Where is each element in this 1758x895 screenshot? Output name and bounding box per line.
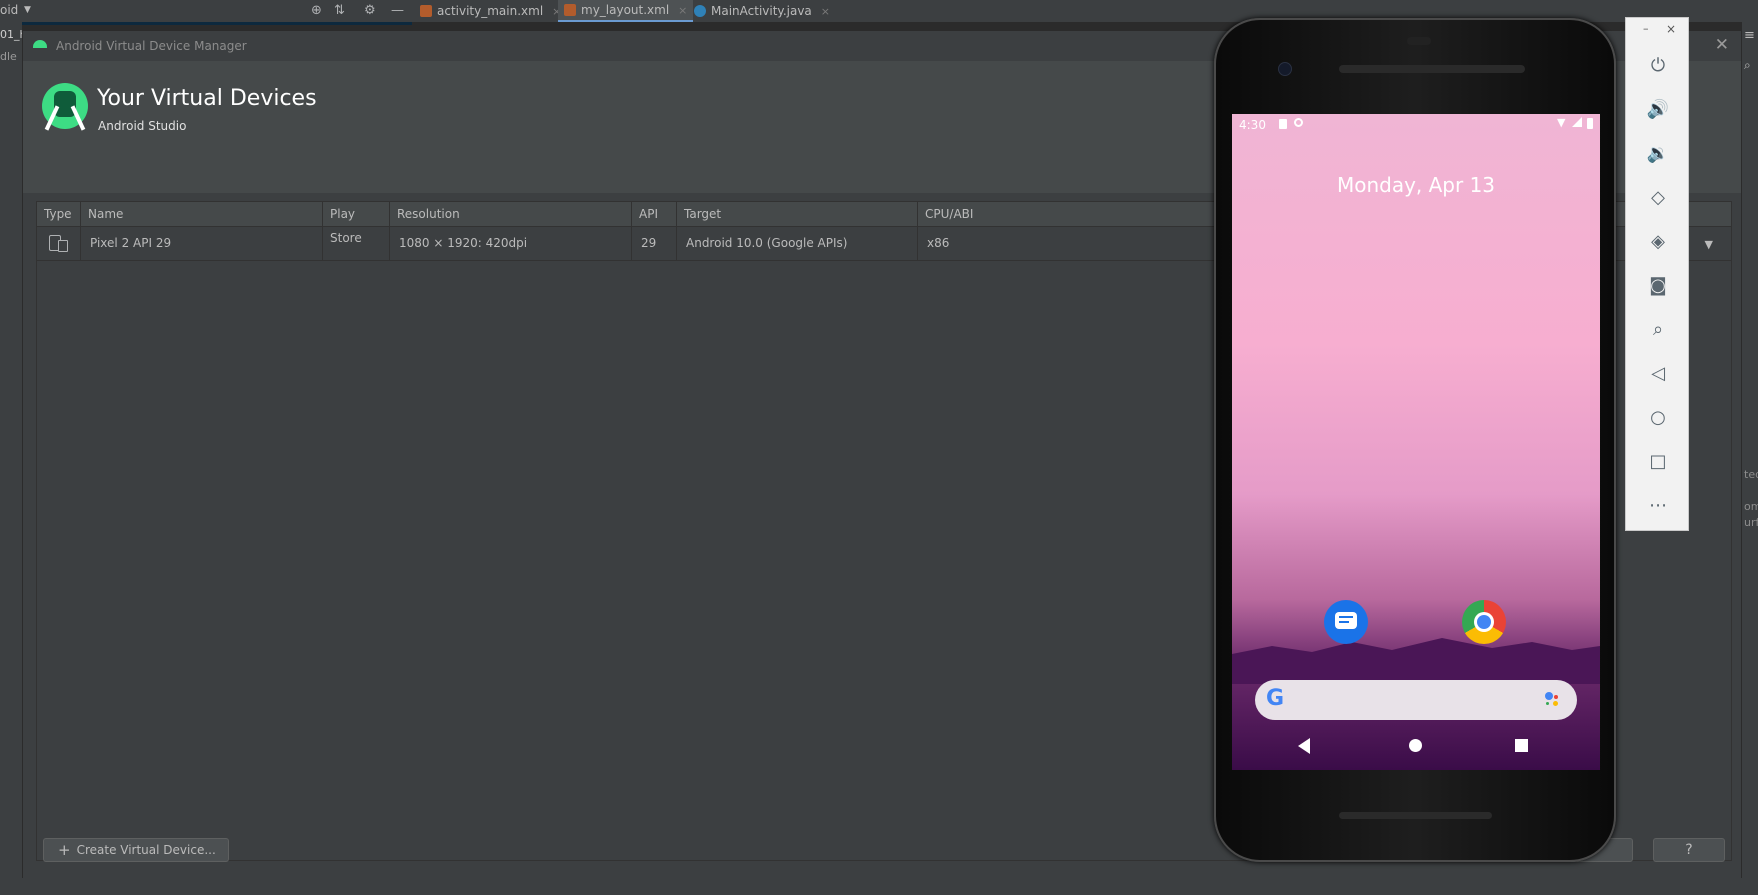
cell-name: Pixel 2 API 29 bbox=[81, 227, 323, 260]
right-tool-strip: ≡ ⌕ ted om urf bbox=[1742, 22, 1758, 895]
rotate-right-icon[interactable]: ◈ bbox=[1644, 228, 1672, 256]
volume-up-icon[interactable]: 🔊 bbox=[1644, 96, 1672, 124]
wifi-icon: ▼ bbox=[1557, 116, 1566, 129]
bottom-speaker bbox=[1339, 812, 1492, 819]
minimize-icon[interactable]: — bbox=[391, 3, 404, 18]
column-header-api[interactable]: API bbox=[632, 202, 677, 226]
column-header-resolution[interactable]: Resolution bbox=[390, 202, 632, 226]
front-camera bbox=[1278, 62, 1292, 76]
camera-icon[interactable]: ◙ bbox=[1644, 272, 1672, 300]
gear-icon[interactable]: ⚙ bbox=[364, 3, 376, 18]
ide-bottom-strip bbox=[0, 878, 1758, 895]
sd-card-icon bbox=[1279, 119, 1287, 129]
cell-play-store bbox=[323, 227, 390, 260]
tree-item-fragment[interactable]: dle bbox=[0, 50, 17, 63]
toolbar-close-button[interactable]: × bbox=[1666, 22, 1676, 36]
tab-label: MainActivity.java bbox=[711, 4, 812, 18]
tab-label: activity_main.xml bbox=[437, 4, 544, 18]
close-tab-icon[interactable]: × bbox=[821, 5, 830, 18]
lockscreen-date[interactable]: Monday, Apr 13 bbox=[1232, 173, 1600, 197]
emulator-device-frame: 4:30 ▼ Monday, Apr 13 G bbox=[1214, 18, 1616, 862]
top-speaker bbox=[1339, 65, 1525, 73]
cell-resolution: 1080 × 1920: 420dpi bbox=[390, 227, 632, 260]
column-header-play-store[interactable]: Play Store bbox=[323, 202, 390, 245]
java-class-icon bbox=[694, 5, 706, 17]
tab-label: my_layout.xml bbox=[581, 3, 670, 17]
plus-icon: + bbox=[58, 841, 71, 859]
target-icon[interactable]: ⊕ bbox=[311, 3, 322, 18]
navigation-bar bbox=[1232, 720, 1600, 770]
status-bar: 4:30 ▼ bbox=[1232, 114, 1600, 136]
project-tree-strip: 01_h dle bbox=[0, 22, 26, 895]
rotate-left-icon[interactable]: ◇ bbox=[1644, 184, 1672, 212]
google-search-bar[interactable]: G bbox=[1255, 680, 1577, 720]
phone-tablet-icon bbox=[49, 235, 68, 252]
power-icon[interactable]: ⏻ bbox=[1644, 52, 1672, 80]
zoom-icon[interactable]: ⌕ bbox=[1644, 316, 1672, 344]
sync-icon bbox=[1294, 118, 1303, 127]
chrome-icon[interactable] bbox=[1462, 600, 1506, 644]
close-tab-icon[interactable]: × bbox=[678, 4, 687, 17]
column-header-target[interactable]: Target bbox=[677, 202, 918, 226]
nav-back-icon[interactable] bbox=[1298, 738, 1310, 754]
help-button[interactable]: ? bbox=[1653, 838, 1725, 862]
collapse-icon[interactable]: ⇅ bbox=[334, 3, 345, 18]
signal-icon bbox=[1572, 117, 1582, 127]
toolbar-minimize-button[interactable]: – bbox=[1643, 22, 1649, 35]
text-fragment: urf bbox=[1744, 516, 1758, 529]
emulator-screen[interactable]: 4:30 ▼ Monday, Apr 13 G bbox=[1232, 114, 1600, 770]
project-name-fragment[interactable]: oid bbox=[0, 3, 18, 17]
create-button-label: Create Virtual Device... bbox=[76, 843, 216, 857]
close-dialog-icon[interactable]: ✕ bbox=[1715, 35, 1729, 55]
overview-icon[interactable]: □ bbox=[1644, 448, 1672, 476]
more-icon[interactable]: ⋯ bbox=[1644, 492, 1672, 520]
project-dropdown-icon[interactable]: ▼ bbox=[24, 5, 31, 15]
messages-icon[interactable] bbox=[1324, 600, 1368, 644]
text-fragment: om bbox=[1744, 500, 1758, 513]
android-icon bbox=[33, 40, 47, 48]
cell-type bbox=[37, 227, 81, 260]
create-virtual-device-button[interactable]: + Create Virtual Device... bbox=[43, 838, 229, 862]
column-header-type[interactable]: Type bbox=[37, 202, 81, 226]
status-time: 4:30 bbox=[1239, 118, 1266, 132]
xml-file-icon bbox=[420, 5, 432, 17]
tab-activity-main[interactable]: activity_main.xml × bbox=[414, 0, 567, 22]
nav-home-icon[interactable] bbox=[1409, 739, 1422, 752]
nav-recents-icon[interactable] bbox=[1515, 739, 1528, 752]
text-fragment: ted bbox=[1744, 468, 1758, 481]
cell-target: Android 10.0 (Google APIs) bbox=[677, 227, 918, 260]
xml-file-icon bbox=[564, 4, 576, 16]
page-subtitle: Android Studio bbox=[98, 119, 187, 133]
page-title: Your Virtual Devices bbox=[97, 86, 317, 111]
tab-main-activity[interactable]: MainActivity.java × bbox=[688, 0, 836, 22]
emulator-toolbar: – × ⏻ 🔊 🔉 ◇ ◈ ◙ ⌕ ◁ ○ □ ⋯ bbox=[1625, 17, 1689, 531]
back-icon[interactable]: ◁ bbox=[1644, 360, 1672, 388]
tab-my-layout[interactable]: my_layout.xml × bbox=[558, 0, 694, 22]
battery-icon bbox=[1587, 118, 1593, 129]
row-actions-dropdown-icon[interactable]: ▼ bbox=[1705, 238, 1713, 251]
proximity-sensor bbox=[1407, 37, 1431, 45]
menu-icon[interactable]: ≡ bbox=[1744, 28, 1755, 43]
home-icon[interactable]: ○ bbox=[1644, 404, 1672, 432]
wallpaper-hills bbox=[1232, 638, 1600, 684]
volume-down-icon[interactable]: 🔉 bbox=[1644, 140, 1672, 168]
search-icon[interactable]: ⌕ bbox=[1744, 58, 1751, 73]
android-studio-logo bbox=[42, 83, 88, 131]
selection-bar bbox=[22, 22, 412, 25]
google-logo: G bbox=[1266, 686, 1285, 711]
cell-api: 29 bbox=[632, 227, 677, 260]
column-header-name[interactable]: Name bbox=[81, 202, 323, 226]
dialog-title: Android Virtual Device Manager bbox=[56, 39, 247, 53]
